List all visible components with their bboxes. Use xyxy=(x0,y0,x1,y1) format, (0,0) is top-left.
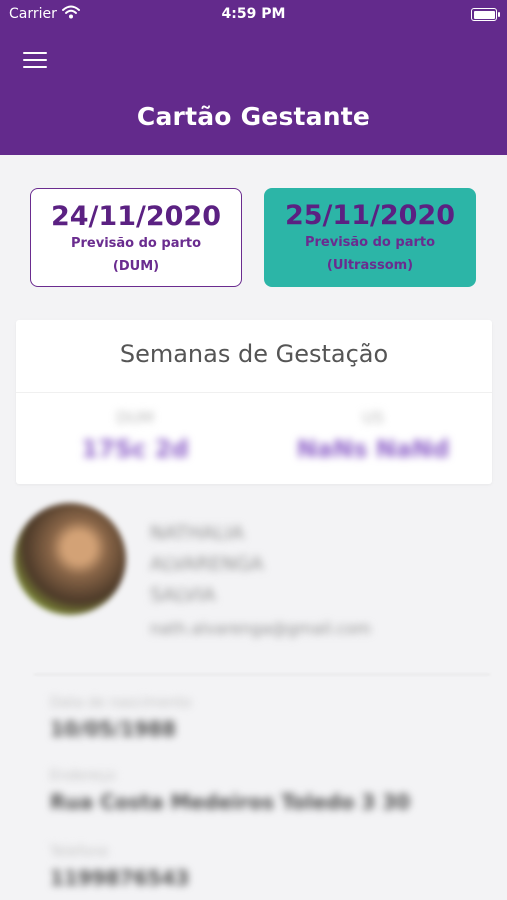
field-label: Endereço xyxy=(50,768,116,784)
phone-field: Telefone 1199876543 xyxy=(50,844,189,890)
profile-name-line-1: NATHALIA xyxy=(150,522,244,544)
divider xyxy=(34,674,490,675)
field-label: Data de nascimento xyxy=(50,695,192,711)
birthdate-field: Data de nascimento 10/05/1988 xyxy=(50,695,191,741)
avatar xyxy=(14,503,126,615)
profile-name-line-3: SALVIA xyxy=(150,584,216,606)
field-value: 10/05/1988 xyxy=(50,717,176,741)
clock: 4:59 PM xyxy=(221,6,286,22)
app-header: Cartão Gestante xyxy=(0,28,507,155)
status-bar: Carrier 4:59 PM xyxy=(0,0,507,28)
gestation-weeks-title: Semanas de Gestação xyxy=(119,340,389,368)
due-date-ultrasound-label: Previsão do parto xyxy=(304,235,436,250)
hamburger-menu-icon[interactable] xyxy=(23,52,47,70)
gestation-weeks-panel: Semanas de Gestação DUM 17Sc 2d US NaNs … xyxy=(16,320,492,484)
page-title: Cartão Gestante xyxy=(136,102,371,131)
profile-name-line-2: ALVARENGA xyxy=(150,553,264,575)
battery-icon xyxy=(471,8,500,21)
field-value: Rua Costa Medeiros Toledo 3 30 xyxy=(50,790,410,814)
due-date-ultrasound-value: 25/11/2020 xyxy=(284,200,455,231)
gestation-dum-value: 17Sc 2d xyxy=(81,435,189,463)
gestation-us-value: NaNs NaNd xyxy=(296,435,450,463)
gestation-us-caption: US xyxy=(362,408,384,427)
gestation-us-column: US NaNs NaNd xyxy=(254,408,492,463)
field-value: 1199876543 xyxy=(50,866,190,890)
due-date-dum-value: 24/11/2020 xyxy=(50,201,221,232)
due-date-ultrasound-method: (Ultrassom) xyxy=(326,258,414,273)
due-date-ultrasound-card: 25/11/2020 Previsão do parto (Ultrassom) xyxy=(264,188,476,287)
gestation-dum-column: DUM 17Sc 2d xyxy=(16,408,254,463)
due-date-dum-method: (DUM) xyxy=(112,259,160,274)
gestation-dum-caption: DUM xyxy=(116,408,154,427)
profile-info: NATHALIA ALVARENGA SALVIA nath.alvarenga… xyxy=(150,518,450,644)
due-date-dum-card: 24/11/2020 Previsão do parto (DUM) xyxy=(30,188,242,287)
due-date-dum-label: Previsão do parto xyxy=(70,236,202,251)
address-field: Endereço Rua Costa Medeiros Toledo 3 30 xyxy=(50,768,410,814)
field-label: Telefone xyxy=(50,844,109,860)
divider xyxy=(16,392,492,393)
profile-email: nath.alvarenga@gmail.com xyxy=(150,619,371,638)
